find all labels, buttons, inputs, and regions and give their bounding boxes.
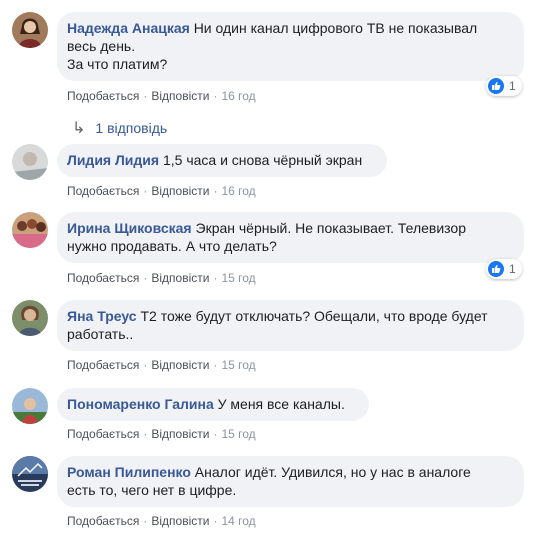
- comment-author[interactable]: Яна Треус: [67, 308, 137, 324]
- comment-text: весь день.: [67, 38, 136, 54]
- timestamp[interactable]: 16 год: [221, 89, 255, 103]
- comment-bubble: Яна Треус Т2 тоже будут отключать? Обеща…: [57, 300, 524, 351]
- comment-actions: Подобається · Відповісти · 15 год: [67, 426, 256, 442]
- avatar[interactable]: [12, 300, 48, 336]
- comment-bubble: Пономаренко Галина У меня все каналы.: [57, 388, 369, 421]
- separator: ·: [143, 358, 148, 372]
- avatar[interactable]: [12, 212, 48, 248]
- separator: ·: [143, 184, 148, 198]
- separator: ·: [143, 271, 148, 285]
- comment-bubble: Роман Пилипенко Аналог идёт. Удивился, н…: [57, 456, 524, 507]
- like-link[interactable]: Подобається: [67, 89, 139, 103]
- comment-text: Ни один канал цифрового ТВ не показывал: [193, 20, 478, 36]
- reaction-number: 1: [509, 262, 516, 276]
- reply-link[interactable]: Відповісти: [151, 514, 209, 528]
- reply-link[interactable]: Відповісти: [151, 271, 209, 285]
- view-replies-link[interactable]: ↳ 1 відповідь: [72, 118, 167, 138]
- comment-text: Т2 тоже будут отключать? Обещали, что вр…: [140, 308, 488, 324]
- comment-actions: Подобається · Відповісти · 15 год: [67, 270, 256, 286]
- like-link[interactable]: Подобається: [67, 271, 139, 285]
- comment-bubble: Лидия Лидия 1,5 часа и снова чёрный экра…: [57, 144, 387, 177]
- thumbs-up-icon: [488, 78, 504, 94]
- reply-link[interactable]: Відповісти: [151, 427, 209, 441]
- separator: ·: [213, 427, 218, 441]
- comment-actions: Подобається · Відповісти · 16 год: [67, 183, 256, 199]
- reaction-count[interactable]: 1: [486, 76, 522, 96]
- timestamp[interactable]: 15 год: [221, 271, 255, 285]
- reaction-number: 1: [509, 79, 516, 93]
- separator: ·: [143, 427, 148, 441]
- comment-text: Экран чёрный. Не показывает. Телевизор: [195, 220, 467, 236]
- avatar[interactable]: [12, 144, 48, 180]
- avatar[interactable]: [12, 12, 48, 48]
- comment-author[interactable]: Ирина Щиковская: [67, 220, 192, 236]
- comment-bubble: Надежда Анацкая Ни один канал цифрового …: [57, 12, 524, 81]
- comment-actions: Подобається · Відповісти · 15 год: [67, 357, 256, 373]
- timestamp[interactable]: 16 год: [221, 184, 255, 198]
- separator: ·: [213, 514, 218, 528]
- comment-author[interactable]: Лидия Лидия: [67, 152, 159, 168]
- comment-bubble: Ирина Щиковская Экран чёрный. Не показыв…: [57, 212, 524, 263]
- reply-arrow-icon: ↳: [72, 120, 86, 137]
- comment-text: работать..: [67, 326, 134, 342]
- thumbs-up-icon: [488, 261, 504, 277]
- comment-text: нужно продавать. А что делать?: [67, 238, 277, 254]
- separator: ·: [143, 89, 148, 103]
- avatar[interactable]: [12, 456, 48, 492]
- comment-text: 1,5 часа и снова чёрный экран: [162, 152, 363, 168]
- separator: ·: [213, 271, 218, 285]
- timestamp[interactable]: 14 год: [221, 514, 255, 528]
- like-link[interactable]: Подобається: [67, 427, 139, 441]
- like-link[interactable]: Подобається: [67, 184, 139, 198]
- reply-link[interactable]: Відповісти: [151, 89, 209, 103]
- timestamp[interactable]: 15 год: [221, 427, 255, 441]
- comment-author[interactable]: Надежда Анацкая: [67, 20, 190, 36]
- comment-text: есть то, чего нет в цифре.: [67, 482, 237, 498]
- reply-link[interactable]: Відповісти: [151, 358, 209, 372]
- comment-actions: Подобається · Відповісти · 16 год: [67, 88, 256, 104]
- separator: ·: [213, 184, 218, 198]
- comment-text: За что платим?: [67, 56, 168, 72]
- avatar[interactable]: [12, 388, 48, 424]
- reaction-count[interactable]: 1: [486, 259, 522, 279]
- like-link[interactable]: Подобається: [67, 358, 139, 372]
- comment-actions: Подобається · Відповісти · 14 год: [67, 513, 256, 529]
- reply-link[interactable]: Відповісти: [151, 184, 209, 198]
- replies-count[interactable]: 1 відповідь: [95, 120, 167, 136]
- comment-text: У меня все каналы.: [217, 396, 345, 412]
- comment-text: Аналог идёт. Удивился, но у нас в аналог…: [194, 464, 471, 480]
- comment-author[interactable]: Пономаренко Галина: [67, 396, 214, 412]
- timestamp[interactable]: 15 год: [221, 358, 255, 372]
- separator: ·: [213, 89, 218, 103]
- separator: ·: [143, 514, 148, 528]
- like-link[interactable]: Подобається: [67, 514, 139, 528]
- comment-author[interactable]: Роман Пилипенко: [67, 464, 191, 480]
- separator: ·: [213, 358, 218, 372]
